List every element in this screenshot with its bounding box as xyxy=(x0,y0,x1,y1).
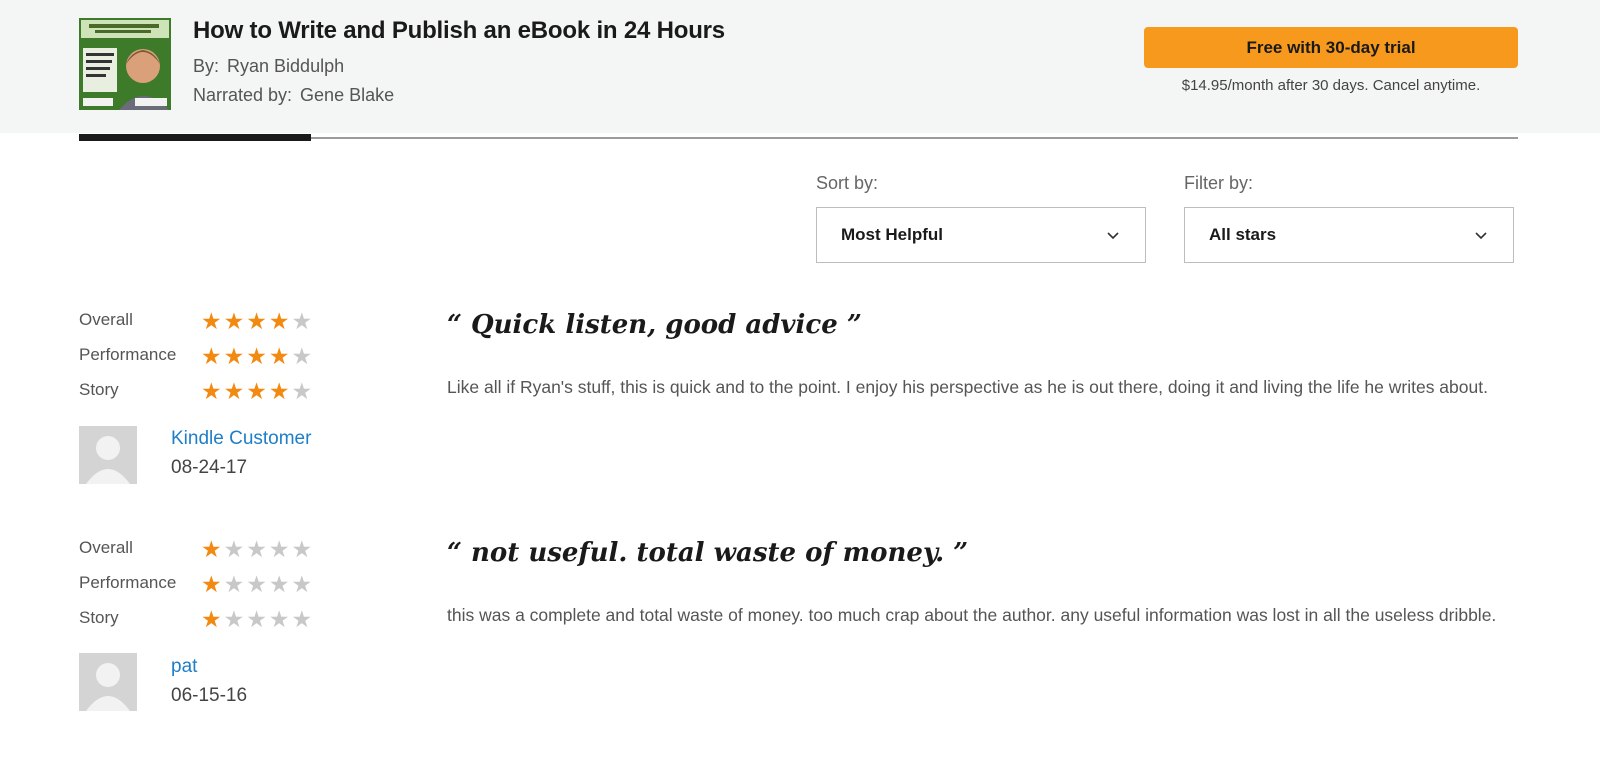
review-body: this was a complete and total waste of m… xyxy=(447,605,1497,625)
user-placeholder-icon xyxy=(79,426,137,484)
star-filled-icon: ★ xyxy=(201,343,224,369)
review-date: 06-15-16 xyxy=(171,685,248,706)
star-filled-icon: ★ xyxy=(268,308,292,334)
star-filled-icon: ★ xyxy=(246,308,269,334)
avatar xyxy=(79,426,137,484)
review-date: 08-24-17 xyxy=(171,457,248,478)
story-rating-label: Story xyxy=(79,380,119,399)
story-rating-stars: ★★★★★ xyxy=(201,378,314,404)
story-rating-label: Story xyxy=(79,608,119,627)
star-empty-icon: ★ xyxy=(291,378,315,404)
reviewer-name[interactable]: pat xyxy=(171,656,197,678)
book-cover-image[interactable] xyxy=(79,18,171,110)
review-body: Like all if Ryan's stuff, this is quick … xyxy=(447,377,1488,397)
star-filled-icon: ★ xyxy=(268,343,292,369)
overall-rating-label: Overall xyxy=(79,538,133,557)
user-placeholder-icon xyxy=(79,653,137,711)
review-title: “ Quick listen, good advice ” xyxy=(447,310,862,340)
active-tab-indicator xyxy=(79,134,311,141)
sort-value: Most Helpful xyxy=(841,225,943,244)
star-filled-icon: ★ xyxy=(201,378,224,404)
star-filled-icon: ★ xyxy=(201,536,224,562)
performance-rating-label: Performance xyxy=(79,573,177,592)
star-empty-icon: ★ xyxy=(291,571,315,597)
filter-label: Filter by: xyxy=(1184,173,1254,193)
star-empty-icon: ★ xyxy=(246,606,269,632)
star-filled-icon: ★ xyxy=(246,343,269,369)
narrator-name[interactable]: Gene Blake xyxy=(300,85,394,105)
star-empty-icon: ★ xyxy=(246,571,269,597)
star-filled-icon: ★ xyxy=(223,343,247,369)
star-filled-icon: ★ xyxy=(246,378,269,404)
star-empty-icon: ★ xyxy=(268,606,292,632)
star-empty-icon: ★ xyxy=(291,343,315,369)
filter-value: All stars xyxy=(1209,225,1277,244)
filter-dropdown[interactable]: All stars xyxy=(1184,207,1514,263)
star-filled-icon: ★ xyxy=(223,308,247,334)
star-filled-icon: ★ xyxy=(268,378,292,404)
chevron-down-icon xyxy=(1475,232,1487,240)
overall-rating-stars: ★★★★★ xyxy=(201,308,314,334)
star-empty-icon: ★ xyxy=(291,606,315,632)
star-empty-icon: ★ xyxy=(223,606,247,632)
overall-rating-label: Overall xyxy=(79,310,133,329)
reviewer-name[interactable]: Kindle Customer xyxy=(171,428,311,450)
performance-rating-stars: ★★★★★ xyxy=(201,343,314,369)
author-name[interactable]: Ryan Biddulph xyxy=(227,56,344,76)
review-title: “ not useful. total waste of money. ” xyxy=(447,538,969,568)
performance-rating-label: Performance xyxy=(79,345,177,364)
star-filled-icon: ★ xyxy=(201,308,224,334)
product-header: How to Write and Publish an eBook in 24 … xyxy=(0,0,1600,133)
free-trial-button[interactable]: Free with 30-day trial xyxy=(1144,27,1518,68)
overall-rating-stars: ★★★★★ xyxy=(201,536,314,562)
author-label: By: xyxy=(193,56,220,76)
star-empty-icon: ★ xyxy=(223,571,247,597)
sort-dropdown[interactable]: Most Helpful xyxy=(816,207,1146,263)
avatar xyxy=(79,653,137,711)
star-empty-icon: ★ xyxy=(268,571,292,597)
star-filled-icon: ★ xyxy=(201,606,224,632)
author-line: By: Ryan Biddulph xyxy=(193,56,344,77)
star-empty-icon: ★ xyxy=(268,536,292,562)
chevron-down-icon xyxy=(1107,232,1119,240)
story-rating-stars: ★★★★★ xyxy=(201,606,314,632)
star-filled-icon: ★ xyxy=(201,571,224,597)
star-empty-icon: ★ xyxy=(223,536,247,562)
star-filled-icon: ★ xyxy=(223,378,247,404)
narrator-line: Narrated by: Gene Blake xyxy=(193,85,394,106)
performance-rating-stars: ★★★★★ xyxy=(201,571,314,597)
star-empty-icon: ★ xyxy=(291,536,315,562)
star-empty-icon: ★ xyxy=(246,536,269,562)
star-empty-icon: ★ xyxy=(291,308,315,334)
narrator-label: Narrated by: xyxy=(193,85,293,105)
book-title: How to Write and Publish an eBook in 24 … xyxy=(193,17,725,44)
sort-label: Sort by: xyxy=(816,173,879,193)
pricing-subtext: $14.95/month after 30 days. Cancel anyti… xyxy=(1181,77,1481,94)
